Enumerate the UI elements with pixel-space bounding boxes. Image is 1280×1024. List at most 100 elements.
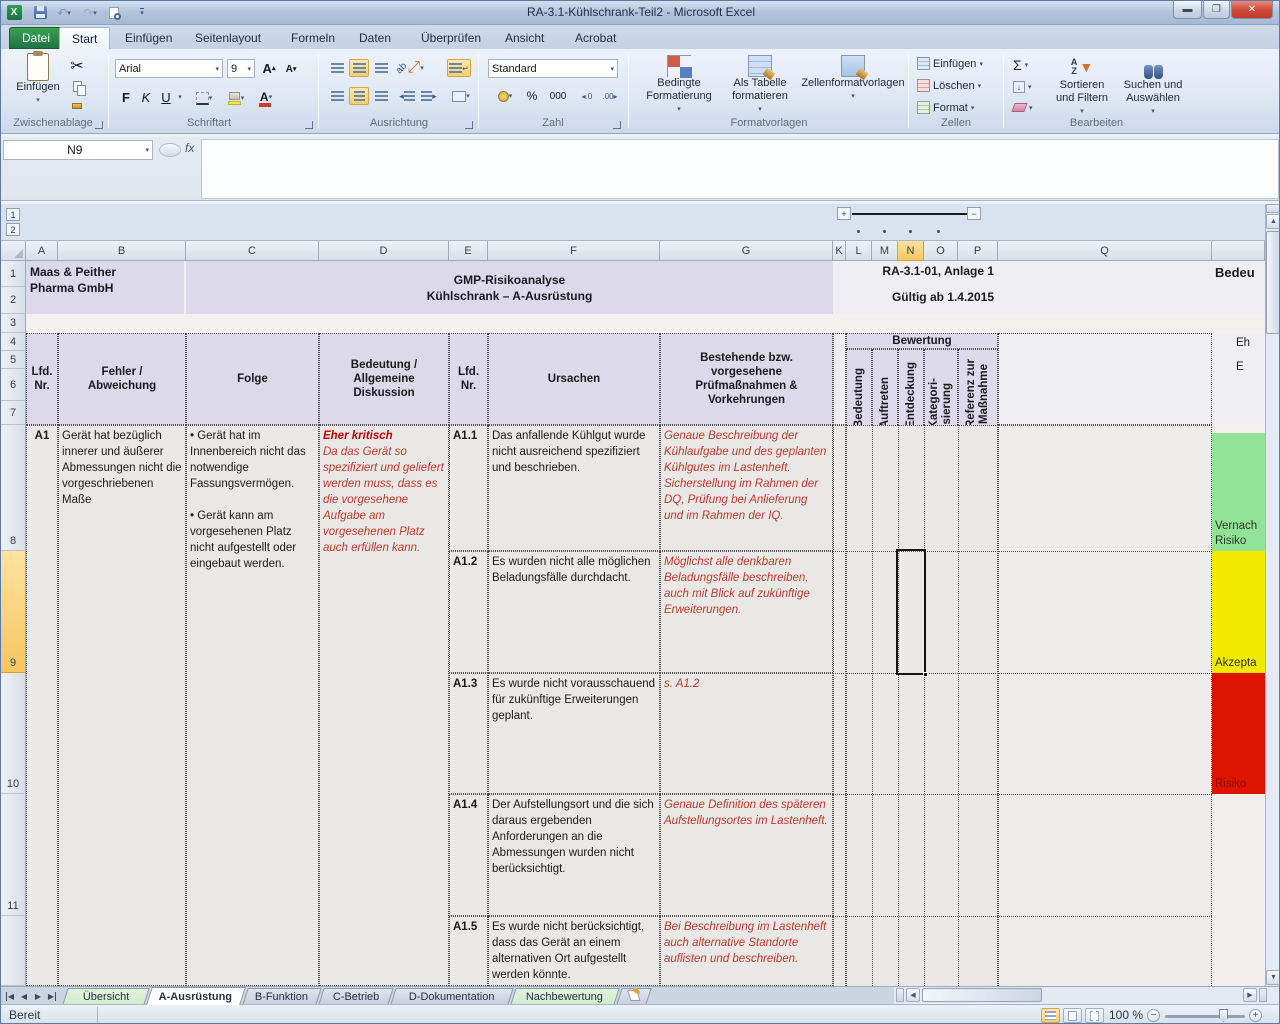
h-scrollbar-split-handle[interactable] [896,988,904,1002]
scroll-right-icon[interactable]: ▶ [1243,988,1257,1002]
risk-cell-red[interactable]: Risiko [1212,673,1265,794]
row-header-7[interactable]: 7 [1,401,26,425]
outline-collapse-icon[interactable]: − [967,207,981,220]
col-header-o[interactable]: O [924,241,958,261]
view-normal-icon[interactable] [1041,1008,1060,1023]
clear-icon[interactable]: ▾ [1013,103,1033,112]
rating-col-auftreten[interactable] [872,425,898,986]
increase-decimal-icon[interactable]: ◂.0 [577,87,597,105]
tab-daten[interactable]: Daten [347,27,403,49]
header-v-bedeutung[interactable]: Bedeutung [846,349,872,433]
comma-style-button[interactable]: 000 [545,87,571,105]
rating-col-bedeutung[interactable] [846,425,872,986]
borders-icon[interactable]: ▾ [193,89,215,107]
row-header-9[interactable]: 9 [1,551,26,673]
cell-a11-ursache[interactable]: Das anfallende Kühlgut wurde nicht ausre… [488,425,660,551]
dialog-launcher-alignment[interactable] [465,121,473,129]
tab-ansicht[interactable]: Ansicht [493,27,556,49]
cell-a12-massnahme[interactable]: Möglichst alle denkbaren Beladungsfälle … [660,551,833,673]
cell-styles-button[interactable]: Zellenformatvorlagen▾ [801,55,905,103]
cell-a15-ursache[interactable]: Es wurde nicht berücksichtigt, dass das … [488,916,660,986]
cell-doc-title[interactable]: GMP-Risikoanalyse Kühlschrank – A-Ausrüs… [186,261,833,314]
header-ursachen[interactable]: Ursachen [488,333,660,425]
align-middle-icon[interactable] [349,59,369,77]
row-header-4[interactable]: 4 [1,333,26,351]
decrease-indent-icon[interactable]: ◂ [397,87,417,105]
dialog-launcher-number[interactable] [613,121,621,129]
restore-button[interactable]: ❐ [1203,1,1230,19]
col-header-q[interactable]: Q [998,241,1212,261]
cell-q1-empty[interactable] [998,261,1212,314]
cell-a13-massnahme[interactable]: s. A1.2 [660,673,833,794]
paste-button[interactable]: Einfügen▾ [13,53,63,107]
zoom-slider-track[interactable] [1165,1015,1245,1018]
align-bottom-icon[interactable] [371,59,391,77]
row-3-strip[interactable] [26,314,1265,333]
tab-einfuegen[interactable]: Einfügen [113,27,184,49]
col-header-a[interactable]: A [26,241,58,261]
find-select-button[interactable]: Suchen und Auswählen▾ [1119,55,1187,118]
row-header-1[interactable]: 1 [1,261,26,287]
outline-level-2-button[interactable]: 2 [6,223,20,236]
h-scrollbar-thumb[interactable] [922,988,1042,1002]
cell-legend-title-clipped[interactable]: Bedeu [1212,261,1265,314]
merge-center-icon[interactable]: ▾ [447,87,475,105]
col-header-f[interactable]: F [488,241,660,261]
decrease-decimal-icon[interactable]: .00▸ [599,87,621,105]
v-scrollbar-thumb[interactable] [1266,231,1280,334]
bold-button[interactable]: F [117,87,135,107]
col-header-d[interactable]: D [319,241,449,261]
align-top-icon[interactable] [327,59,347,77]
accounting-format-icon[interactable]: ▾ [491,87,519,105]
col-header-m[interactable]: M [872,241,898,261]
tab-seitenlayout[interactable]: Seitenlayout [183,27,273,49]
underline-arrow-icon[interactable]: ▾ [175,87,185,107]
header-v-entdeckung[interactable]: Entdeckung [898,349,924,433]
header-v-referenz[interactable]: Referenz zur Maßnahme [958,349,998,433]
name-box[interactable]: N9 ▾ [3,140,153,160]
formula-bar-divider[interactable] [159,143,181,157]
cell-a1-folge[interactable]: • Gerät hat im Innenbereich nicht das no… [186,425,319,986]
col-header-k[interactable]: K [833,241,846,261]
align-right-icon[interactable] [371,87,391,105]
row-header-2[interactable]: 2 [1,287,26,314]
col-k-strip[interactable] [833,425,846,986]
row-header-8[interactable]: 8 [1,425,26,551]
increase-indent-icon[interactable]: ▸ [419,87,439,105]
align-center-icon[interactable] [349,87,369,105]
header-q-empty[interactable] [998,333,1212,425]
font-size-combo[interactable]: 9▾ [227,59,255,78]
scroll-left-icon[interactable]: ◀ [906,988,920,1002]
italic-button[interactable]: K [137,87,155,107]
shrink-font-icon[interactable]: A▾ [281,60,301,78]
scroll-down-icon[interactable]: ▼ [1266,970,1280,985]
orientation-icon[interactable]: ab⤢▾ [397,58,423,78]
cell-a14-id[interactable]: A1.4 [449,794,488,916]
rating-col-entdeckung[interactable] [898,425,924,986]
cell-a14-ursache[interactable]: Der Aufstellungsort und die sich daraus … [488,794,660,916]
sheet-tab-a-ausruestung[interactable]: A-Ausrüstung [146,987,246,1005]
cell-a15-massnahme[interactable]: Bei Beschreibung im Lastenheft auch alte… [660,916,833,986]
scroll-up-icon[interactable]: ▲ [1266,214,1280,229]
col-q-strip[interactable] [998,425,1212,986]
font-name-combo[interactable]: Arial▾ [115,59,223,78]
first-sheet-icon[interactable]: ◀ [3,989,17,1003]
col-header-p[interactable]: P [958,241,998,261]
format-painter-icon[interactable] [67,97,87,115]
sheet-tab-nachbewertung[interactable]: Nachbewertung [510,988,620,1005]
cell-doc-ref[interactable]: RA-3.1-01, Anlage 1 [833,261,998,287]
tab-datei[interactable]: Datei [9,27,63,49]
formula-input[interactable] [201,139,1279,199]
header-r-clipped[interactable]: Eh E [1212,333,1265,425]
cell-company[interactable]: Maas & Peither Pharma GmbH [26,261,184,314]
header-v-kategorisierung[interactable]: Kategori- sierung [924,349,958,433]
tab-formeln[interactable]: Formeln [279,27,347,49]
number-format-combo[interactable]: Standard▾ [488,59,618,78]
rating-col-kategorisierung[interactable] [924,425,958,986]
autosum-button[interactable]: Σ▾ [1013,57,1028,73]
cell-a1-bedeutung[interactable]: Eher kritisch Da das Gerät so spezifizie… [319,425,449,986]
selection-box-n9[interactable] [896,549,926,675]
align-left-icon[interactable] [327,87,347,105]
col-header-c[interactable]: C [186,241,319,261]
h-scrollbar-end-split[interactable] [1259,988,1267,1002]
